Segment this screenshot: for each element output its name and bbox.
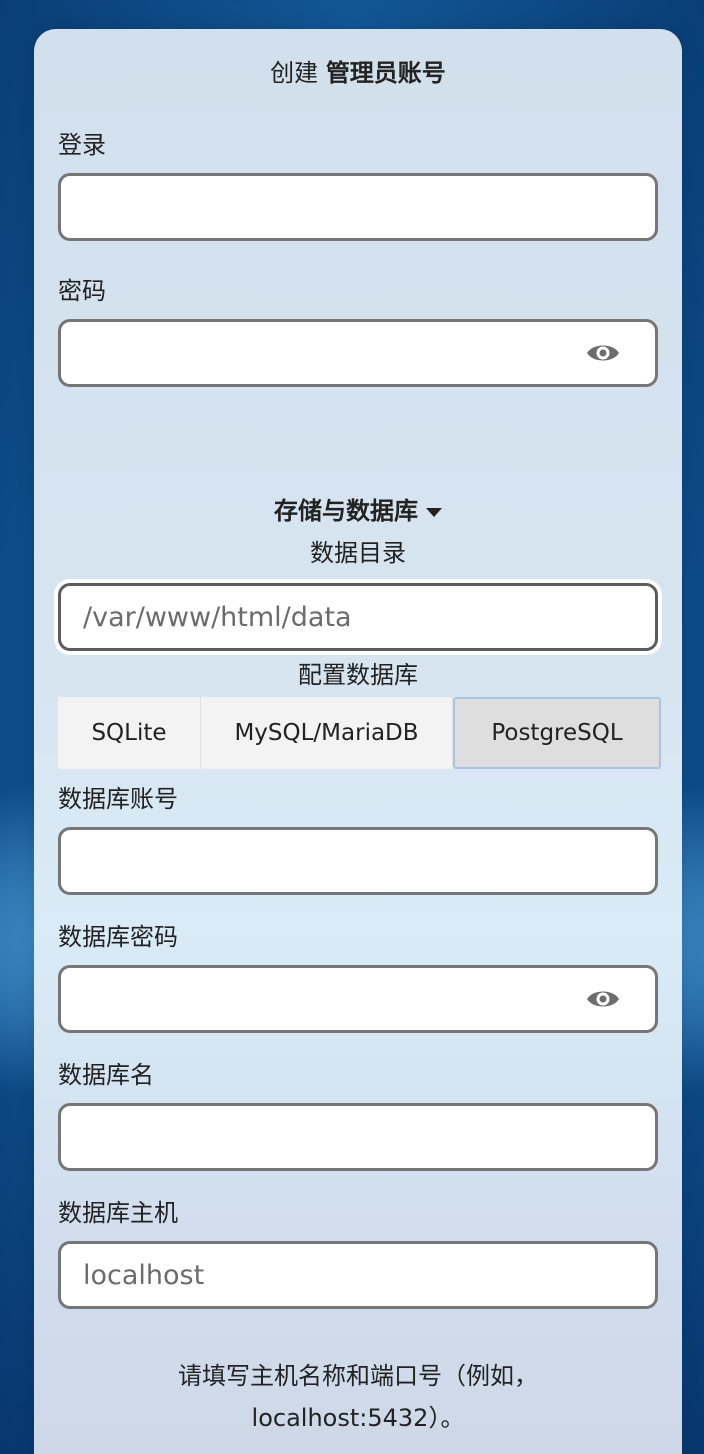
data-dir-placeholder: /var/www/html/data — [83, 601, 352, 633]
storage-section-toggle[interactable]: 存储与数据库 — [34, 495, 682, 527]
password-label: 密码 — [58, 277, 106, 305]
login-input[interactable] — [58, 173, 658, 241]
data-dir-input[interactable]: /var/www/html/data — [58, 583, 658, 651]
config-db-label: 配置数据库 — [298, 661, 418, 689]
data-dir-label: 数据目录 — [310, 539, 406, 567]
storage-section-title: 存储与数据库 — [274, 497, 418, 525]
tab-postgresql[interactable]: PostgreSQL — [453, 697, 661, 769]
page-title: 创建 管理员账号 — [34, 57, 682, 89]
db-password-input[interactable] — [58, 965, 658, 1033]
db-user-label: 数据库账号 — [58, 785, 178, 813]
db-host-input[interactable]: localhost — [58, 1241, 658, 1309]
tab-sqlite[interactable]: SQLite — [58, 697, 201, 769]
db-host-placeholder: localhost — [83, 1259, 205, 1291]
tab-mysql-mariadb[interactable]: MySQL/MariaDB — [201, 697, 453, 769]
db-password-label: 数据库密码 — [58, 923, 178, 951]
password-input[interactable] — [58, 319, 658, 387]
setup-card: 创建 管理员账号 登录 密码 存储与数据库 数据目录 /var/www/html… — [34, 29, 682, 1454]
login-label: 登录 — [58, 131, 106, 159]
eye-icon[interactable] — [585, 341, 621, 365]
db-host-hint: 请填写主机名称和端口号（例如， localhost:5432）。 — [58, 1355, 658, 1439]
db-name-label: 数据库名 — [58, 1061, 154, 1089]
hint-line-1: 请填写主机名称和端口号（例如， — [178, 1362, 538, 1390]
eye-icon[interactable] — [585, 987, 621, 1011]
title-prefix: 创建 — [270, 59, 319, 87]
hint-line-2: localhost:5432）。 — [251, 1404, 465, 1432]
db-user-input[interactable] — [58, 827, 658, 895]
db-host-label: 数据库主机 — [58, 1199, 178, 1227]
caret-down-icon — [426, 507, 442, 517]
db-name-input[interactable] — [58, 1103, 658, 1171]
db-type-tabs: SQLite MySQL/MariaDB PostgreSQL — [58, 697, 661, 769]
title-bold: 管理员账号 — [325, 59, 446, 87]
